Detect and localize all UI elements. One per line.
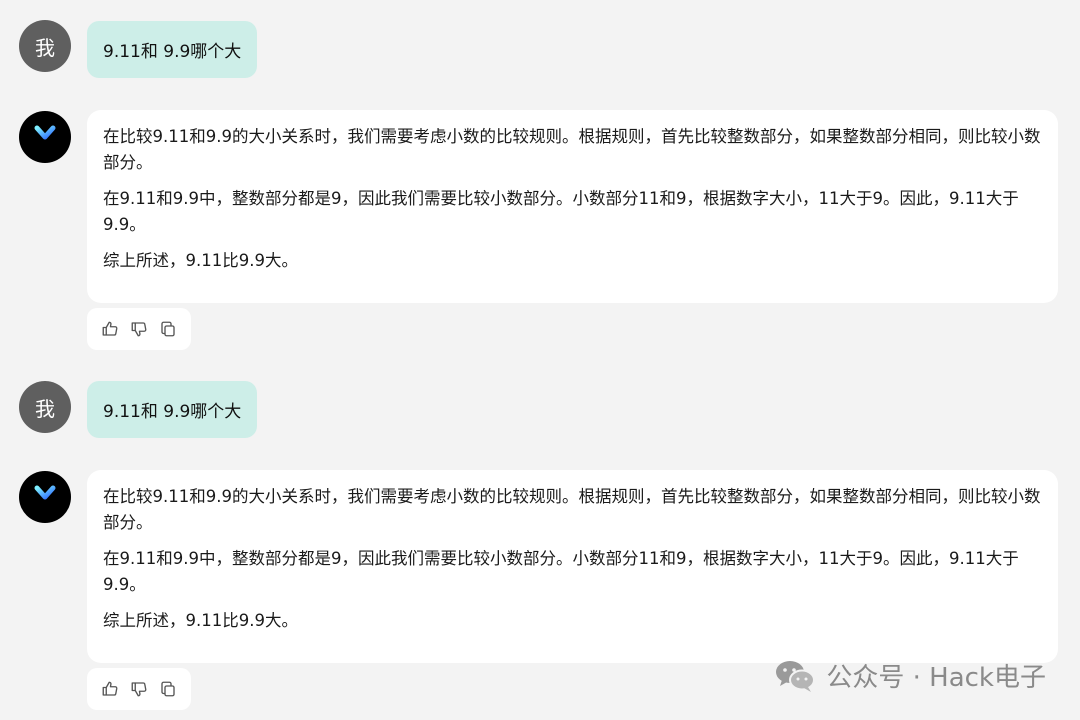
user-message-bubble: 9.11和 9.9哪个大 [87,21,258,78]
thumbs-up-button[interactable] [99,678,121,700]
copy-icon [161,681,175,697]
copy-button[interactable] [157,318,179,340]
y-logo-icon [34,485,56,510]
assistant-message-bubble: 在比较9.11和9.9的大小关系时，我们需要考虑小数的比较规则。根据规则，首先比… [87,470,1058,663]
assistant-paragraph: 在9.11和9.9中，整数部分都是9，因此我们需要比较小数部分。小数部分11和9… [103,189,1019,234]
message-action-bar [87,668,191,710]
thumbs-down-button[interactable] [128,318,150,340]
thumbs-down-icon [131,322,147,337]
assistant-message-bubble: 在比较9.11和9.9的大小关系时，我们需要考虑小数的比较规则。根据规则，首先比… [87,110,1058,303]
assistant-paragraph: 在比较9.11和9.9的大小关系时，我们需要考虑小数的比较规则。根据规则，首先比… [103,127,1041,172]
assistant-paragraph: 在比较9.11和9.9的大小关系时，我们需要考虑小数的比较规则。根据规则，首先比… [103,487,1041,532]
user-avatar: 我 [19,20,71,72]
thumbs-up-button[interactable] [99,318,121,340]
copy-button[interactable] [157,678,179,700]
user-avatar-label: 我 [35,35,55,60]
assistant-paragraph: 综上所述，9.11比9.9大。 [103,251,298,270]
chat-window: 我 9.11和 9.9哪个大 在比较9.11和9.9的大小关系时，我们需要考虑小… [0,0,1080,720]
watermark: 公众号 · Hack电子 [774,657,1046,694]
assistant-paragraph: 在9.11和9.9中，整数部分都是9，因此我们需要比较小数部分。小数部分11和9… [103,549,1019,594]
assistant-avatar [19,111,71,163]
thumbs-up-icon [102,321,118,336]
message-action-bar [87,308,191,350]
user-avatar-label: 我 [35,396,55,421]
copy-icon [161,321,175,337]
thumbs-down-button[interactable] [128,678,150,700]
user-avatar: 我 [19,381,71,433]
user-message-text: 9.11和 9.9哪个大 [103,402,242,422]
user-message-bubble: 9.11和 9.9哪个大 [87,381,258,438]
thumbs-up-icon [102,681,118,696]
wechat-icon [776,660,816,692]
assistant-paragraph: 综上所述，9.11比9.9大。 [103,611,298,630]
user-message-text: 9.11和 9.9哪个大 [103,42,242,62]
assistant-avatar [19,471,71,523]
watermark-text: 公众号 · Hack电子 [826,663,1046,693]
thumbs-down-icon [131,682,147,697]
y-logo-icon [34,125,56,150]
